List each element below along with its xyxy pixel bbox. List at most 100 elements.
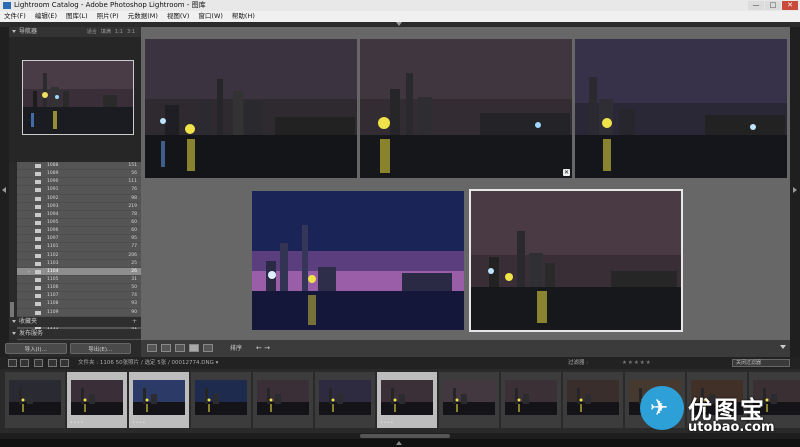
forward-button[interactable] <box>60 359 69 367</box>
add-icon[interactable]: + <box>132 317 137 327</box>
menu-window[interactable]: 窗口(W) <box>198 11 223 22</box>
navigation-arrows[interactable]: ← → <box>256 340 270 357</box>
filmstrip-thumbnail[interactable] <box>439 372 499 428</box>
folder-row[interactable]: 1103 25 <box>17 260 141 268</box>
app-logo-icon <box>3 2 11 9</box>
menu-edit[interactable]: 编辑(E) <box>35 11 57 22</box>
expand-arrow-icon[interactable]: ▸ <box>28 268 31 276</box>
filmstrip-thumbnail[interactable] <box>501 372 561 428</box>
folder-row[interactable]: 1109 90 <box>17 309 141 317</box>
menu-bar: 文件(F) 编辑(E) 图库(L) 照片(P) 元数据(M) 视图(V) 窗口(… <box>0 11 800 22</box>
rating-dots[interactable]: •••• <box>132 420 146 426</box>
folder-name: 1092 <box>47 195 59 201</box>
zoom-fit[interactable]: 适合 <box>87 27 97 37</box>
rating-dots[interactable]: •••• <box>380 420 394 426</box>
menu-help[interactable]: 帮助(H) <box>232 11 255 22</box>
folder-row[interactable]: 1095 60 <box>17 219 141 228</box>
grid-photo-5[interactable] <box>469 189 683 332</box>
sort-label[interactable]: 排序 <box>230 340 242 357</box>
grid-view-button[interactable] <box>147 344 157 352</box>
compare-view-button[interactable] <box>175 344 185 352</box>
grid-photo-2[interactable]: ✕ <box>360 39 572 178</box>
rating-dots[interactable]: •••• <box>70 420 84 426</box>
import-button[interactable]: 导入(I)... <box>5 343 67 354</box>
folder-icon <box>35 229 41 234</box>
folder-count: 98 <box>131 195 137 201</box>
folder-icon <box>35 237 41 242</box>
menu-view[interactable]: 视图(V) <box>167 11 190 22</box>
folder-row[interactable]: 1107 74 <box>17 292 141 301</box>
window-titlebar: Lightroom Catalog - Adobe Photoshop Ligh… <box>0 0 800 11</box>
folder-icon <box>35 286 41 291</box>
menu-file[interactable]: 文件(F) <box>4 11 26 22</box>
menu-photo[interactable]: 照片(P) <box>97 11 119 22</box>
folder-name: 1091 <box>47 187 59 193</box>
grid-toolbar: 排序 ← → <box>141 340 790 357</box>
folder-row[interactable]: 1106 50 <box>17 284 141 293</box>
zoom-1-1[interactable]: 1:1 <box>115 27 123 37</box>
grid-photo-1[interactable] <box>145 39 357 178</box>
folder-name: 1109 <box>47 309 59 315</box>
folder-count: 74 <box>131 293 137 299</box>
back-button[interactable] <box>48 359 57 367</box>
folder-row[interactable]: 1096 60 <box>17 227 141 236</box>
close-icon[interactable]: ✕ <box>563 169 570 176</box>
zoom-3-1[interactable]: 3:1 <box>127 27 135 37</box>
menu-metadata[interactable]: 元数据(M) <box>128 11 158 22</box>
filmstrip-thumbnail[interactable]: •••• <box>377 372 437 428</box>
filmstrip-info-bar: 文件夹 : 1106 50张照片 / 选定 5张 / 00012774.DNG … <box>0 357 800 369</box>
folder-row[interactable]: 1108 93 <box>17 300 141 309</box>
export-button[interactable]: 导出(E)... <box>69 343 131 354</box>
filmstrip-thumbnail[interactable] <box>563 372 623 428</box>
grid-button[interactable] <box>34 359 43 367</box>
grid-photo-4[interactable] <box>252 191 464 330</box>
source-path[interactable]: 文件夹 : 1106 50张照片 / 选定 5张 / 00012774.DNG … <box>78 357 218 369</box>
folder-scrollbar[interactable] <box>10 162 14 340</box>
collections-header[interactable]: 收藏夹 + <box>9 317 141 327</box>
folder-icon <box>35 172 41 177</box>
folder-row[interactable]: 1093 219 <box>17 203 141 211</box>
folder-row[interactable]: 1089 56 <box>17 170 141 179</box>
filmstrip-image <box>71 380 123 415</box>
people-view-button[interactable] <box>203 344 213 352</box>
loupe-view-button[interactable] <box>161 344 171 352</box>
filmstrip-image <box>257 380 309 415</box>
folder-row[interactable]: ▸ 1104 26 <box>17 267 141 276</box>
navigator-thumbnail[interactable] <box>22 60 134 135</box>
secondary-window-button[interactable] <box>20 359 29 367</box>
survey-view-button[interactable] <box>189 344 199 352</box>
folder-row[interactable]: 1105 31 <box>17 276 141 285</box>
folder-row[interactable]: 1094 78 <box>17 211 141 219</box>
folder-name: 1096 <box>47 228 59 234</box>
filmstrip-thumbnail[interactable] <box>191 372 251 428</box>
filmstrip-thumbnail[interactable] <box>253 372 313 428</box>
filmstrip-thumbnail[interactable] <box>315 372 375 428</box>
navigator-header[interactable]: 导航器 适合 填满 1:1 3:1 <box>9 27 141 37</box>
folder-row[interactable]: 1091 76 <box>17 186 141 195</box>
publish-services-title: 发布服务 <box>19 330 44 337</box>
folder-row[interactable]: 1102 206 <box>17 252 141 260</box>
minimize-button[interactable]: — <box>748 1 764 10</box>
filter-dropdown[interactable]: 关闭过滤器 <box>732 359 790 367</box>
zoom-fill[interactable]: 填满 <box>101 27 111 37</box>
folder-row[interactable]: 1090 111 <box>17 178 141 187</box>
filmstrip-thumbnail[interactable] <box>5 372 65 428</box>
toolbar-dropdown-icon[interactable] <box>780 345 786 349</box>
maximize-button[interactable]: □ <box>765 1 781 10</box>
left-panel-toggle[interactable] <box>0 27 9 357</box>
filmstrip-thumbnail[interactable]: •••• <box>129 372 189 428</box>
primary-window-button[interactable] <box>8 359 17 367</box>
publish-services-header[interactable]: 发布服务 <box>9 329 141 339</box>
folder-row[interactable]: 1097 95 <box>17 235 141 244</box>
folder-row[interactable]: 1101 77 <box>17 243 141 252</box>
menu-library[interactable]: 图库(L) <box>66 11 88 22</box>
right-panel-toggle[interactable] <box>790 27 800 357</box>
filmstrip-thumbnail[interactable]: •••• <box>67 372 127 428</box>
scrollbar-thumb[interactable] <box>360 434 450 438</box>
close-button[interactable]: ✕ <box>782 1 798 10</box>
folder-row[interactable]: 1088 151 <box>17 162 141 171</box>
folder-count: 25 <box>131 260 137 266</box>
folder-row[interactable]: 1092 98 <box>17 195 141 203</box>
rating-filter-stars[interactable]: ★★★★★ <box>622 357 652 369</box>
grid-photo-3[interactable] <box>575 39 787 178</box>
